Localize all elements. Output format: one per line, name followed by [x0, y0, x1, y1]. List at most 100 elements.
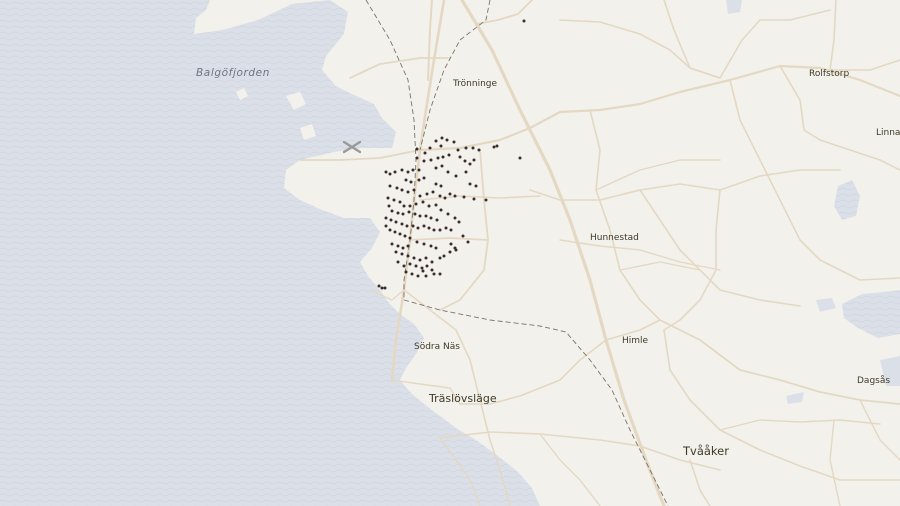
- map-point-marker[interactable]: [466, 240, 470, 244]
- map-point-marker[interactable]: [415, 240, 419, 244]
- map-point-marker[interactable]: [388, 228, 392, 232]
- map-point-marker[interactable]: [394, 250, 398, 254]
- map-point-marker[interactable]: [422, 224, 426, 228]
- map-point-marker[interactable]: [422, 176, 426, 180]
- map-point-marker[interactable]: [438, 272, 442, 276]
- map-point-marker[interactable]: [477, 148, 481, 152]
- map-point-marker[interactable]: [464, 146, 468, 150]
- map-point-marker[interactable]: [446, 170, 450, 174]
- map-point-marker[interactable]: [408, 262, 412, 266]
- map-point-marker[interactable]: [402, 264, 406, 268]
- map-point-marker[interactable]: [388, 184, 392, 188]
- map-point-marker[interactable]: [452, 140, 456, 144]
- map-point-marker[interactable]: [438, 194, 442, 198]
- map-point-marker[interactable]: [377, 284, 381, 288]
- map-point-marker[interactable]: [420, 266, 424, 270]
- map-point-marker[interactable]: [448, 250, 452, 254]
- map-point-marker[interactable]: [401, 212, 405, 216]
- map-point-marker[interactable]: [384, 216, 388, 220]
- map-point-marker[interactable]: [393, 230, 397, 234]
- map-point-marker[interactable]: [429, 244, 433, 248]
- map-point-marker[interactable]: [440, 136, 444, 140]
- map-point-marker[interactable]: [409, 180, 413, 184]
- map-point-marker[interactable]: [484, 198, 488, 202]
- map-point-marker[interactable]: [434, 246, 438, 250]
- map-point-marker[interactable]: [400, 188, 404, 192]
- map-point-marker[interactable]: [412, 188, 416, 192]
- map-point-marker[interactable]: [413, 212, 417, 216]
- map-point-marker[interactable]: [406, 190, 410, 194]
- map-point-marker[interactable]: [404, 270, 408, 274]
- map-point-marker[interactable]: [434, 139, 438, 143]
- map-point-marker[interactable]: [461, 234, 465, 238]
- map-point-marker[interactable]: [400, 168, 404, 172]
- map-point-marker[interactable]: [434, 166, 438, 170]
- map-point-marker[interactable]: [404, 178, 408, 182]
- map-canvas[interactable]: [0, 0, 900, 506]
- map-point-marker[interactable]: [400, 222, 404, 226]
- map-point-marker[interactable]: [439, 184, 443, 188]
- map-point-marker[interactable]: [462, 195, 466, 199]
- map-point-marker[interactable]: [522, 19, 526, 23]
- map-point-marker[interactable]: [442, 254, 446, 258]
- map-point-marker[interactable]: [411, 224, 415, 228]
- map-point-marker[interactable]: [414, 202, 418, 206]
- map-point-marker[interactable]: [396, 244, 400, 248]
- map-point-marker[interactable]: [406, 254, 410, 258]
- map-point-marker[interactable]: [383, 286, 387, 290]
- map-point-marker[interactable]: [410, 272, 414, 276]
- map-point-marker[interactable]: [422, 159, 426, 163]
- map-point-marker[interactable]: [425, 264, 429, 268]
- map-point-marker[interactable]: [492, 145, 496, 149]
- map-point-marker[interactable]: [390, 209, 394, 213]
- map-point-marker[interactable]: [431, 190, 435, 194]
- map-point-marker[interactable]: [447, 153, 451, 157]
- map-point-marker[interactable]: [434, 203, 438, 207]
- map-point-marker[interactable]: [384, 170, 388, 174]
- map-point-marker[interactable]: [428, 146, 432, 150]
- map-point-marker[interactable]: [441, 155, 445, 159]
- map-point-marker[interactable]: [392, 198, 396, 202]
- map-point-marker[interactable]: [448, 192, 452, 196]
- map-point-marker[interactable]: [453, 216, 457, 220]
- map-point-marker[interactable]: [453, 194, 457, 198]
- map-point-marker[interactable]: [454, 248, 458, 252]
- map-point-marker[interactable]: [380, 286, 384, 290]
- map-point-marker[interactable]: [402, 204, 406, 208]
- map-point-marker[interactable]: [438, 228, 442, 232]
- map-point-marker[interactable]: [440, 164, 444, 168]
- map-point-marker[interactable]: [434, 182, 438, 186]
- map-point-marker[interactable]: [424, 274, 428, 278]
- map-point-marker[interactable]: [474, 184, 478, 188]
- map-point-marker[interactable]: [438, 256, 442, 260]
- map-point-marker[interactable]: [418, 214, 422, 218]
- map-point-marker[interactable]: [424, 256, 428, 260]
- map-point-marker[interactable]: [423, 151, 427, 155]
- map-point-marker[interactable]: [444, 226, 448, 230]
- map-point-marker[interactable]: [446, 212, 450, 216]
- map-point-marker[interactable]: [435, 218, 439, 222]
- map-point-marker[interactable]: [406, 170, 410, 174]
- map-point-marker[interactable]: [416, 274, 420, 278]
- map-point-marker[interactable]: [418, 258, 422, 262]
- map-point-marker[interactable]: [468, 162, 472, 166]
- map-point-marker[interactable]: [432, 228, 436, 232]
- map-point-marker[interactable]: [393, 170, 397, 174]
- map-point-marker[interactable]: [445, 138, 449, 142]
- map-point-marker[interactable]: [398, 232, 402, 236]
- map-point-marker[interactable]: [425, 192, 429, 196]
- map-point-marker[interactable]: [463, 159, 467, 163]
- map-point-marker[interactable]: [407, 210, 411, 214]
- map-point-marker[interactable]: [403, 234, 407, 238]
- map-point-marker[interactable]: [449, 228, 453, 232]
- map-point-marker[interactable]: [396, 260, 400, 264]
- map-point-marker[interactable]: [394, 220, 398, 224]
- map-point-marker[interactable]: [416, 226, 420, 230]
- map-point-marker[interactable]: [415, 147, 419, 151]
- map-point-marker[interactable]: [432, 272, 436, 276]
- map-point-marker[interactable]: [422, 242, 426, 246]
- map-point-marker[interactable]: [389, 218, 393, 222]
- map-point-marker[interactable]: [400, 252, 404, 256]
- map-point-marker[interactable]: [408, 236, 412, 240]
- map-point-marker[interactable]: [388, 172, 392, 176]
